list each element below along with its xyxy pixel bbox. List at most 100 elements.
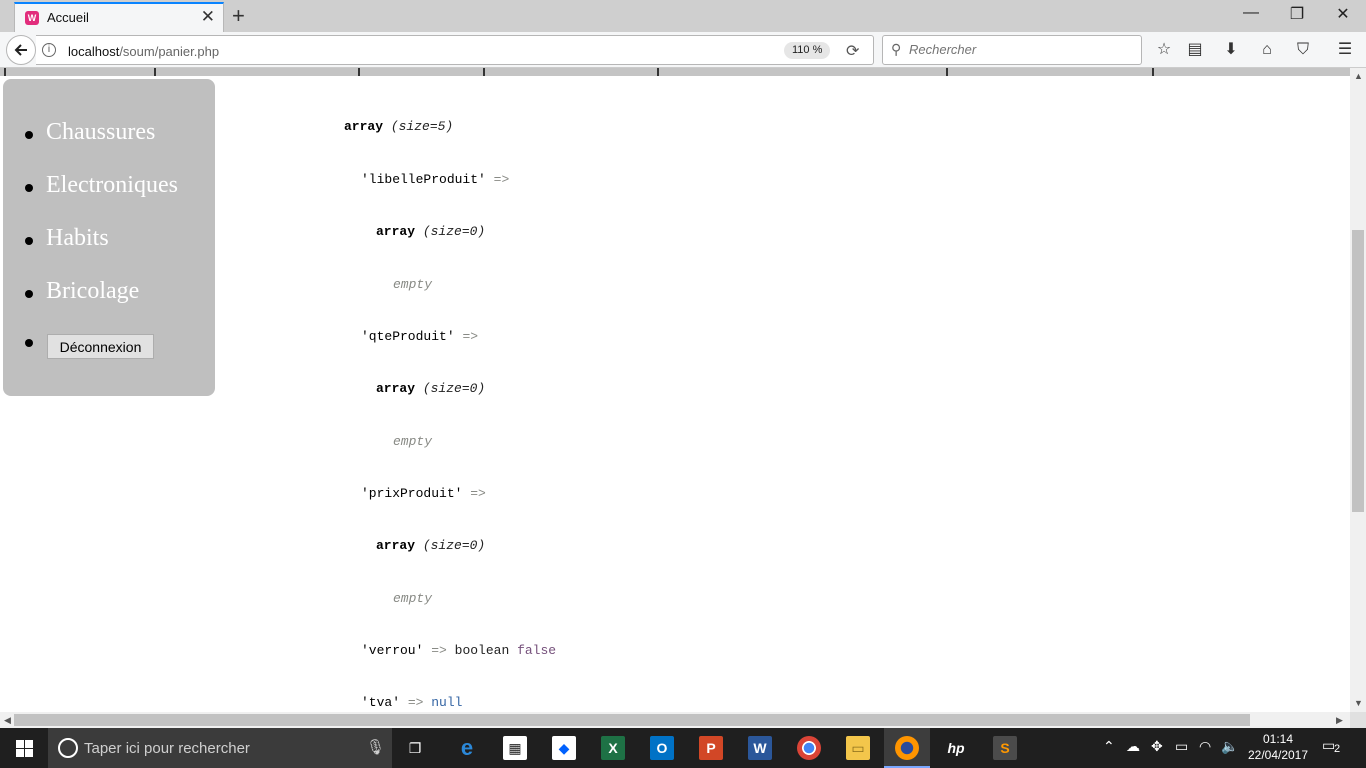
dump-size: (size=0) bbox=[422, 538, 486, 553]
address-bar[interactable]: i localhost/soum/panier.php 110 % ⟳ bbox=[36, 35, 874, 65]
dump-key: 'libelleProduit' bbox=[361, 172, 486, 187]
horizontal-scroll-thumb[interactable] bbox=[14, 714, 1250, 726]
navigation-toolbar: i localhost/soum/panier.php 110 % ⟳ ⚲ ☆ … bbox=[0, 32, 1366, 68]
system-clock[interactable]: 01:14 22/04/2017 bbox=[1244, 731, 1312, 763]
start-button[interactable] bbox=[0, 728, 48, 768]
firefox-app[interactable] bbox=[884, 728, 930, 768]
scroll-left-icon[interactable]: ◀ bbox=[4, 715, 11, 726]
strip-divider bbox=[657, 68, 659, 76]
outlook-app[interactable]: O bbox=[639, 728, 685, 768]
dump-entry-line: 'qteProduit' => bbox=[361, 329, 478, 344]
clock-date: 22/04/2017 bbox=[1247, 748, 1309, 762]
cortana-icon bbox=[58, 738, 78, 758]
strip-divider bbox=[1152, 68, 1154, 76]
wifi-icon[interactable]: ◠ bbox=[1199, 738, 1211, 755]
dump-type: array bbox=[344, 119, 384, 134]
dump-empty: empty bbox=[393, 277, 433, 292]
excel-app[interactable]: X bbox=[590, 728, 636, 768]
scroll-right-icon[interactable]: ▶ bbox=[1336, 715, 1343, 726]
excel-icon: X bbox=[601, 736, 625, 760]
home-icon[interactable]: ⌂ bbox=[1256, 40, 1278, 60]
url-path: /soum/panier.php bbox=[119, 44, 220, 59]
reload-icon[interactable]: ⟳ bbox=[846, 41, 859, 61]
menu-icon[interactable]: ☰ bbox=[1334, 40, 1356, 60]
downloads-icon[interactable]: ⬇ bbox=[1220, 40, 1242, 60]
category-label[interactable]: Bricolage bbox=[46, 278, 139, 305]
restore-window-button[interactable]: ❐ bbox=[1282, 4, 1312, 26]
windows-taskbar: Taper ici pour rechercher 🎙 ❐ e ▦ ◆ X O … bbox=[0, 728, 1366, 768]
dump-size: (size=0) bbox=[422, 224, 486, 239]
dump-arrow: => bbox=[493, 172, 510, 187]
site-info-icon[interactable]: i bbox=[42, 43, 56, 57]
volume-icon[interactable]: 🔈 bbox=[1221, 738, 1238, 755]
search-input[interactable] bbox=[909, 42, 1129, 57]
strip-divider bbox=[946, 68, 948, 76]
dump-size: (size=0) bbox=[422, 381, 486, 396]
category-item-habits[interactable]: Habits bbox=[3, 221, 215, 257]
dump-type: boolean bbox=[454, 643, 510, 658]
strip-divider bbox=[154, 68, 156, 76]
dump-empty: empty bbox=[393, 434, 433, 449]
strip-divider bbox=[483, 68, 485, 76]
dropbox-icon: ◆ bbox=[552, 736, 576, 760]
strip-divider bbox=[4, 68, 6, 76]
task-view-button[interactable]: ❐ bbox=[392, 728, 438, 768]
word-app[interactable]: W bbox=[737, 728, 783, 768]
edge-app[interactable]: e bbox=[444, 728, 490, 768]
dump-arrow: => bbox=[407, 695, 424, 710]
bookmark-star-icon[interactable]: ☆ bbox=[1153, 40, 1175, 60]
dump-entry-line: 'libelleProduit' => bbox=[361, 172, 509, 187]
category-label[interactable]: Electroniques bbox=[46, 172, 178, 199]
microphone-icon[interactable]: 🎙 bbox=[366, 738, 385, 756]
show-hidden-icons-chevron-icon[interactable]: ⌃ bbox=[1103, 738, 1115, 755]
word-icon: W bbox=[748, 736, 772, 760]
browser-tab-active[interactable]: W Accueil ✕ bbox=[14, 2, 224, 32]
category-item-chaussures[interactable]: Chaussures bbox=[3, 115, 215, 151]
url-host: localhost bbox=[68, 44, 120, 59]
powerpoint-app[interactable]: P bbox=[688, 728, 734, 768]
vertical-scroll-thumb[interactable] bbox=[1352, 230, 1364, 512]
dropbox-tray-icon[interactable]: ✥ bbox=[1151, 738, 1163, 755]
bullet-icon bbox=[25, 237, 33, 245]
category-item-electroniques[interactable]: Electroniques bbox=[3, 168, 215, 204]
scroll-down-icon[interactable]: ▼ bbox=[1354, 698, 1363, 708]
url-text[interactable]: localhost/soum/panier.php bbox=[68, 44, 219, 59]
action-center-button[interactable]: ▭ 2 bbox=[1322, 737, 1344, 757]
outlook-icon: O bbox=[650, 736, 674, 760]
battery-icon[interactable]: ▭ bbox=[1175, 738, 1188, 755]
file-explorer-app[interactable]: ▭ bbox=[835, 728, 881, 768]
back-button[interactable] bbox=[6, 35, 36, 65]
category-item-bricolage[interactable]: Bricolage bbox=[3, 274, 215, 310]
vertical-scrollbar[interactable]: ▲ ▼ bbox=[1350, 68, 1366, 712]
search-icon: ⚲ bbox=[891, 41, 902, 57]
dump-empty: empty bbox=[393, 591, 433, 606]
dump-key: 'prixProduit' bbox=[361, 486, 463, 501]
hp-app[interactable]: hp bbox=[933, 728, 979, 768]
dump-entry-line: 'verrou' => boolean false bbox=[361, 643, 556, 658]
pocket-icon[interactable]: ⛉ bbox=[1292, 40, 1314, 60]
store-app[interactable]: ▦ bbox=[492, 728, 538, 768]
back-arrow-icon bbox=[14, 44, 27, 56]
chrome-app[interactable] bbox=[786, 728, 832, 768]
scroll-up-icon[interactable]: ▲ bbox=[1354, 71, 1363, 81]
taskbar-search-box[interactable]: Taper ici pour rechercher 🎙 bbox=[48, 728, 392, 768]
close-tab-icon[interactable]: ✕ bbox=[201, 7, 215, 27]
minimize-window-button[interactable]: — bbox=[1236, 4, 1266, 26]
category-label[interactable]: Chaussures bbox=[46, 119, 155, 146]
dropbox-app[interactable]: ◆ bbox=[541, 728, 587, 768]
horizontal-scrollbar[interactable]: ◀ ▶ bbox=[0, 712, 1350, 728]
category-label[interactable]: Habits bbox=[46, 225, 109, 252]
dump-key: 'qteProduit' bbox=[361, 329, 455, 344]
logout-button[interactable]: Déconnexion bbox=[47, 334, 154, 359]
category-sidebar: Chaussures Electroniques Habits Bricolag… bbox=[3, 79, 215, 396]
new-tab-button[interactable]: + bbox=[232, 3, 245, 29]
onedrive-icon[interactable]: ☁ bbox=[1126, 738, 1140, 755]
close-window-button[interactable]: ✕ bbox=[1328, 4, 1358, 26]
windows-logo-icon bbox=[25, 749, 33, 757]
reading-list-icon[interactable]: ▤ bbox=[1184, 40, 1206, 60]
search-box[interactable]: ⚲ bbox=[882, 35, 1142, 65]
zoom-level-badge[interactable]: 110 % bbox=[784, 42, 831, 59]
dump-arrow: => bbox=[470, 486, 486, 501]
top-nav-strip bbox=[0, 68, 1350, 76]
sublime-text-app[interactable]: S bbox=[982, 728, 1028, 768]
